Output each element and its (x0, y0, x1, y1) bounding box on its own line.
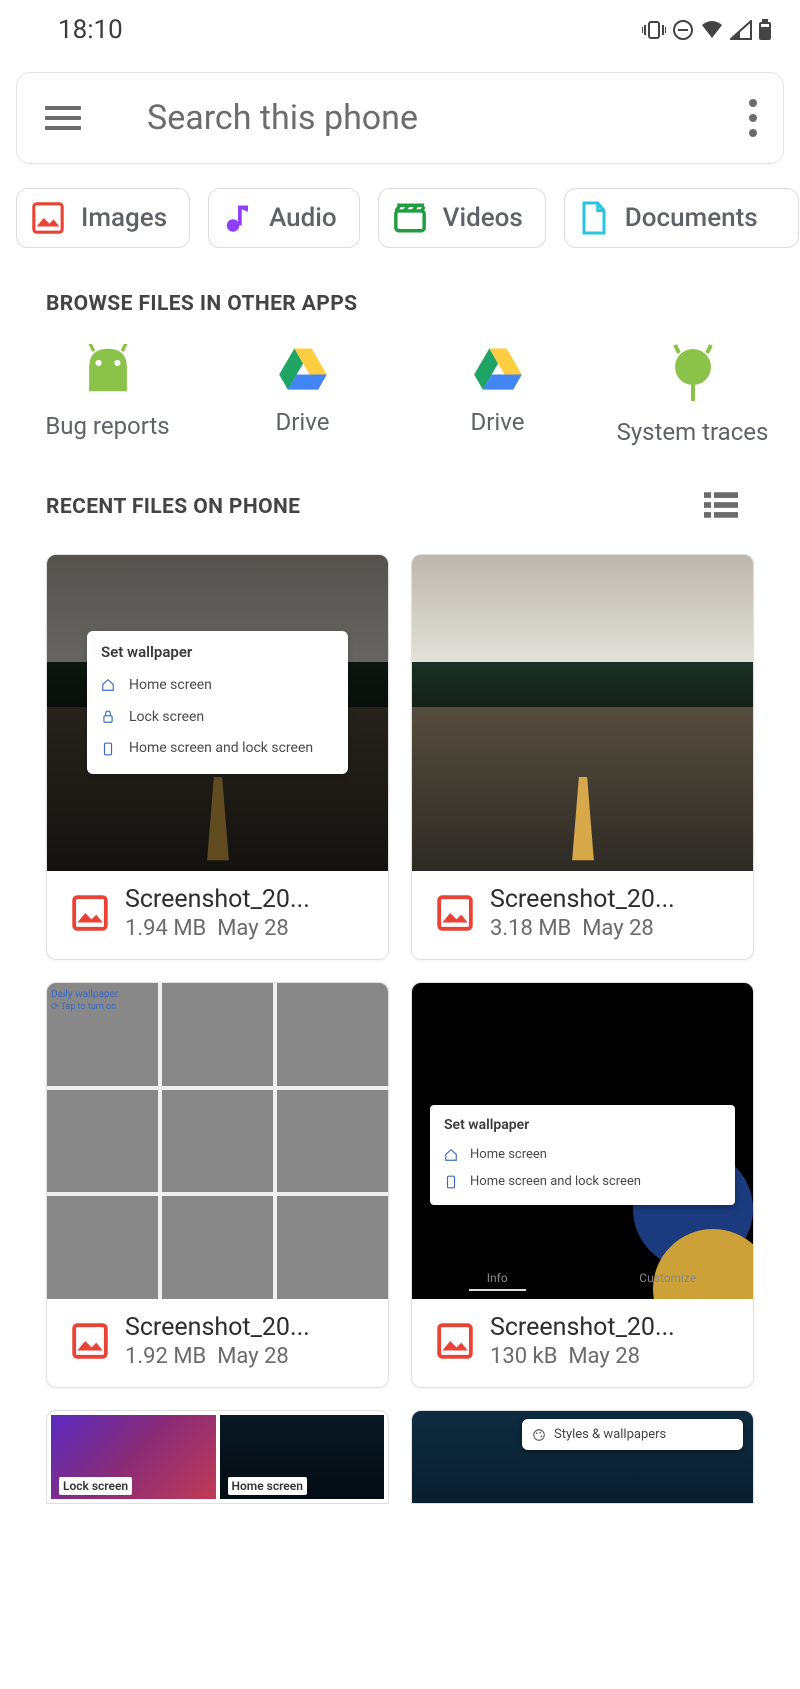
wallpaper-dialog: Set wallpaper Home screen Lock screen Ho… (87, 631, 348, 774)
category-images[interactable]: Images (16, 188, 190, 248)
android-lollipop-icon (669, 344, 717, 402)
recent-header: RECENT FILES ON PHONE (0, 446, 800, 522)
file-thumbnail: Set wallpaper Home screen Lock screen Ho… (47, 555, 388, 871)
section-heading-browse: BROWSE FILES IN OTHER APPS (0, 248, 800, 316)
app-label: Drive (276, 408, 330, 436)
palette-icon (532, 1428, 546, 1442)
file-details: 130 kB May 28 (490, 1344, 743, 1369)
app-drive-1[interactable]: Drive (213, 344, 393, 446)
category-videos[interactable]: Videos (378, 188, 546, 248)
lock-icon (101, 710, 115, 724)
dialog-title: Set wallpaper (101, 643, 334, 661)
drive-icon (277, 344, 329, 392)
video-icon (393, 202, 427, 234)
hamburger-menu-icon[interactable] (45, 106, 81, 130)
file-card[interactable]: Screenshot_20... 3.18 MB May 28 (411, 554, 754, 960)
audio-icon (223, 201, 253, 235)
app-label: System traces (617, 418, 769, 446)
file-thumbnail (412, 555, 753, 871)
file-card[interactable]: Lock screen Home screen (46, 1410, 389, 1504)
app-label: Drive (471, 408, 525, 436)
search-input[interactable]: Search this phone (147, 98, 749, 138)
file-meta: Screenshot_20... 130 kB May 28 (412, 1299, 753, 1387)
image-icon (436, 1322, 474, 1360)
category-row: Images Audio Videos Documents (0, 164, 800, 248)
android-icon (79, 344, 137, 396)
file-name: Screenshot_20... (490, 1313, 690, 1342)
image-icon (31, 201, 65, 235)
styles-popup: Styles & wallpapers (522, 1419, 743, 1450)
home-icon (444, 1148, 458, 1162)
file-thumbnail: Daily wallpaper⟳ Tap to turn on (47, 983, 388, 1299)
drive-icon (472, 344, 524, 392)
status-time: 18:10 (58, 15, 123, 45)
dialog-title: Set wallpaper (444, 1117, 721, 1133)
file-card[interactable]: Styles & wallpapers (411, 1410, 754, 1504)
status-bar: 18:10 (0, 0, 800, 56)
phone-icon (444, 1175, 458, 1189)
app-bug-reports[interactable]: Bug reports (18, 344, 198, 446)
wifi-icon (700, 20, 724, 40)
category-label: Videos (443, 203, 523, 233)
image-icon (71, 894, 109, 932)
app-system-traces[interactable]: System traces (603, 344, 783, 446)
file-meta: Screenshot_20... 1.92 MB May 28 (47, 1299, 388, 1387)
file-card[interactable]: Set wallpaper Home screen Lock screen Ho… (46, 554, 389, 960)
category-label: Documents (625, 203, 758, 233)
app-row: Bug reports Drive Drive System traces (0, 316, 800, 446)
cell-signal-icon (730, 20, 752, 40)
image-icon (71, 1322, 109, 1360)
dnd-icon (672, 19, 694, 41)
file-meta: Screenshot_20... 3.18 MB May 28 (412, 871, 753, 959)
battery-icon (758, 19, 772, 41)
file-name: Screenshot_20... (125, 1313, 325, 1342)
file-card[interactable]: Set wallpaper Home screen Home screen an… (411, 982, 754, 1388)
file-details: 1.92 MB May 28 (125, 1344, 378, 1369)
app-label: Bug reports (45, 412, 169, 440)
category-label: Audio (269, 203, 337, 233)
phone-icon (101, 742, 115, 756)
category-audio[interactable]: Audio (208, 188, 360, 248)
app-drive-2[interactable]: Drive (408, 344, 588, 446)
file-thumbnail: Set wallpaper Home screen Home screen an… (412, 983, 753, 1299)
image-icon (436, 894, 474, 932)
status-icons (642, 19, 772, 41)
file-details: 3.18 MB May 28 (490, 916, 743, 941)
file-meta: Screenshot_20... 1.94 MB May 28 (47, 871, 388, 959)
file-grid-partial: Lock screen Home screen Styles & wallpap… (0, 1388, 800, 1504)
category-label: Images (81, 203, 167, 233)
file-details: 1.94 MB May 28 (125, 916, 378, 941)
thumb-label: Lock screen (59, 1477, 132, 1495)
file-card[interactable]: Daily wallpaper⟳ Tap to turn on Screensh… (46, 982, 389, 1388)
file-name: Screenshot_20... (125, 885, 325, 914)
vibrate-icon (642, 20, 666, 40)
thumb-label: Home screen (228, 1477, 307, 1495)
document-icon (579, 200, 609, 236)
more-vert-icon[interactable] (749, 99, 757, 137)
home-icon (101, 678, 115, 692)
file-grid: Set wallpaper Home screen Lock screen Ho… (0, 522, 800, 1388)
wallpaper-dialog: Set wallpaper Home screen Home screen an… (430, 1105, 735, 1205)
category-documents[interactable]: Documents (564, 188, 799, 248)
file-name: Screenshot_20... (490, 885, 690, 914)
section-heading-recent: RECENT FILES ON PHONE (46, 495, 300, 519)
list-view-toggle-icon[interactable] (704, 492, 738, 522)
search-bar[interactable]: Search this phone (16, 72, 784, 164)
thumb-tabs: InfoCustomize (412, 1271, 753, 1291)
